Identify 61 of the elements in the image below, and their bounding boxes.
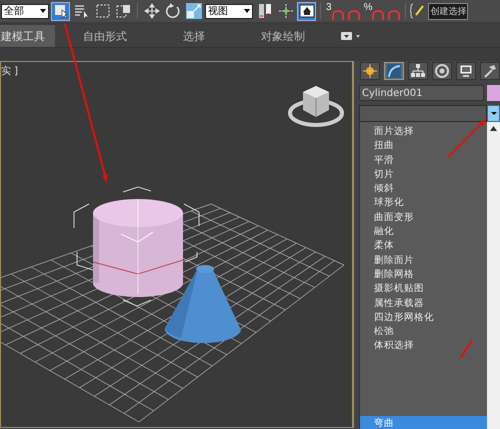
color-swatch[interactable] xyxy=(487,85,500,101)
cursor-icon xyxy=(52,3,68,19)
ribbon-tab[interactable]: 选择 xyxy=(155,25,233,47)
panel-tab[interactable] xyxy=(360,62,380,80)
list-item[interactable]: 体积选择 xyxy=(360,338,487,353)
list-item[interactable]: 倾斜 xyxy=(360,181,487,196)
snap-button[interactable]: 3 xyxy=(325,2,345,20)
annotation-arrow xyxy=(447,118,487,158)
list-item[interactable]: 扭曲 xyxy=(360,138,487,153)
list-item[interactable]: 柔体 xyxy=(360,238,487,253)
list-item[interactable]: 四边形网格化 xyxy=(360,310,487,324)
toolbar-button[interactable] xyxy=(276,2,295,20)
move-icon xyxy=(144,3,160,19)
panel-tab[interactable] xyxy=(480,62,500,80)
list-item[interactable]: 松弛 xyxy=(360,324,487,338)
curve-icon xyxy=(387,64,401,78)
list-item[interactable]: 球形化 xyxy=(360,195,487,210)
crosshair-icon xyxy=(278,3,294,19)
panel-tab[interactable] xyxy=(408,62,428,80)
monitor-icon xyxy=(459,64,473,78)
edit-selection-icon[interactable] xyxy=(410,3,424,19)
filter-dropdown[interactable]: 全部 xyxy=(1,4,49,18)
hierarchy-icon xyxy=(411,64,425,78)
sun-icon xyxy=(363,64,377,78)
list-item[interactable]: 切片 xyxy=(360,166,487,182)
dropdown-button[interactable] xyxy=(487,105,500,122)
ribbon-tab[interactable]: 对象绘制 xyxy=(233,25,333,47)
toolbar-button[interactable] xyxy=(163,2,182,20)
scale-icon xyxy=(186,3,202,19)
pivot-icon xyxy=(256,3,272,19)
list-item[interactable]: 删除网格 xyxy=(360,266,487,282)
panel-tab[interactable] xyxy=(456,62,476,80)
list-item[interactable]: 平滑 xyxy=(360,152,487,167)
panel-tab[interactable] xyxy=(432,62,452,80)
viewcube-icon[interactable] xyxy=(288,86,344,127)
list-item[interactable]: 属性承载器 xyxy=(360,296,487,310)
ribbon-tab[interactable]: 建模工具 xyxy=(0,25,55,47)
list-item[interactable]: 摄影机贴图 xyxy=(360,281,487,296)
target-icon xyxy=(435,64,449,78)
scroll-up-icon[interactable] xyxy=(490,126,497,131)
crossing-icon xyxy=(116,3,132,19)
dropdown-icon[interactable] xyxy=(341,31,361,41)
dashed-rectangle-icon xyxy=(94,3,110,19)
list-item[interactable]: 曲面变形 xyxy=(360,210,487,224)
list-item[interactable]: 删除面片 xyxy=(360,252,487,267)
toolbar-button[interactable] xyxy=(184,2,203,20)
selection-set-field[interactable]: 创建选择 xyxy=(428,2,468,20)
ribbon-tab[interactable]: 自由形式 xyxy=(55,25,155,47)
hammer-icon xyxy=(483,64,497,78)
list-cursor-icon xyxy=(74,3,90,19)
viewport-label[interactable]: 实 ] xyxy=(1,64,18,78)
list-item[interactable]: 弯曲 xyxy=(360,416,487,429)
list-item[interactable]: 面片选择 xyxy=(360,124,487,138)
list-item[interactable]: 融化 xyxy=(360,224,487,238)
toolbar-button[interactable] xyxy=(51,2,70,20)
object-name-field[interactable]: Cylinder001 xyxy=(359,85,484,101)
coordinate-dropdown[interactable]: 视图 xyxy=(205,4,253,18)
toolbar-button[interactable] xyxy=(297,2,316,20)
rotate-icon xyxy=(164,3,180,19)
snap-button[interactable]: % xyxy=(362,2,386,20)
toolbar-button[interactable] xyxy=(142,2,161,20)
